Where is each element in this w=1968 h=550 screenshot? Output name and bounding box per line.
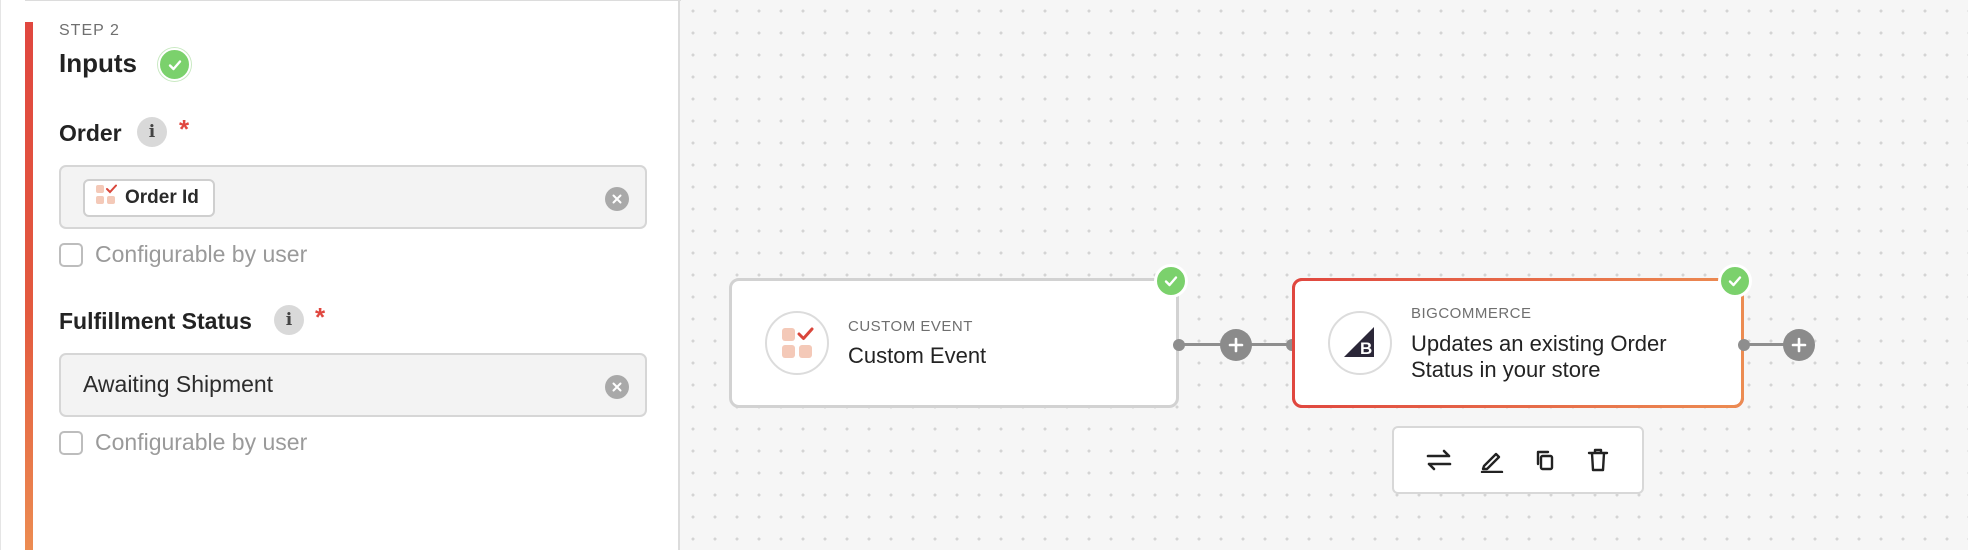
fulfillment-status-info-icon[interactable]: i (274, 305, 304, 335)
order-id-chip-label: Order Id (125, 187, 199, 208)
step-config-panel: STEP 2 Inputs Order i * Order Id Configu… (0, 0, 681, 550)
order-input[interactable]: Order Id (59, 165, 647, 229)
section-title: Inputs (59, 48, 137, 78)
custom-event-icon (765, 311, 829, 375)
order-id-chip[interactable]: Order Id (83, 179, 215, 217)
svg-text:B: B (1360, 339, 1372, 358)
fulfillment-status-configurable-row[interactable]: Configurable by user (59, 429, 307, 456)
add-step-button[interactable] (1783, 329, 1815, 361)
fulfillment-status-input[interactable]: Awaiting Shipment (59, 353, 647, 417)
custom-event-node[interactable]: CUSTOM EVENT Custom Event (729, 278, 1179, 408)
step-accent-bar (25, 22, 33, 550)
delete-icon[interactable] (1580, 442, 1616, 478)
custom-event-complete-check-icon (1154, 264, 1188, 298)
order-configurable-label: Configurable by user (95, 241, 308, 267)
order-info-icon[interactable]: i (137, 117, 167, 147)
custom-event-chip-icon (95, 184, 117, 212)
fulfillment-status-value: Awaiting Shipment (83, 371, 274, 397)
order-field-label: Order (59, 120, 122, 146)
fulfillment-status-required-marker: * (315, 302, 326, 332)
order-clear-icon[interactable] (605, 187, 629, 211)
order-required-marker: * (179, 114, 190, 144)
custom-event-node-kicker: CUSTOM EVENT (848, 318, 973, 335)
bigcommerce-node[interactable]: B BIGCOMMERCE Updates an existing Order … (1292, 278, 1744, 408)
panel-divider (25, 0, 681, 1)
inputs-complete-check-icon (158, 48, 191, 81)
order-configurable-row[interactable]: Configurable by user (59, 241, 307, 268)
node-toolbar (1392, 426, 1644, 494)
fulfillment-status-configurable-label: Configurable by user (95, 429, 308, 455)
order-configurable-checkbox[interactable] (59, 242, 83, 267)
fulfillment-status-configurable-checkbox[interactable] (59, 430, 83, 455)
bigcommerce-logo-icon: B (1328, 311, 1392, 375)
fulfillment-status-clear-icon[interactable] (605, 375, 629, 399)
custom-event-node-title: Custom Event (848, 343, 987, 368)
fulfillment-status-field-label: Fulfillment Status (59, 308, 252, 334)
connector-line (1745, 343, 1785, 346)
add-step-button[interactable] (1220, 329, 1252, 361)
swap-icon[interactable] (1421, 442, 1457, 478)
step-label: STEP 2 (59, 22, 120, 39)
duplicate-icon[interactable] (1527, 442, 1563, 478)
edit-icon[interactable] (1474, 442, 1510, 478)
bigcommerce-complete-check-icon (1718, 264, 1752, 298)
bigcommerce-node-title-line2: Status in your store (1411, 357, 1601, 382)
bigcommerce-node-title-line1: Updates an existing Order (1411, 331, 1667, 356)
bigcommerce-node-kicker: BIGCOMMERCE (1411, 305, 1532, 322)
